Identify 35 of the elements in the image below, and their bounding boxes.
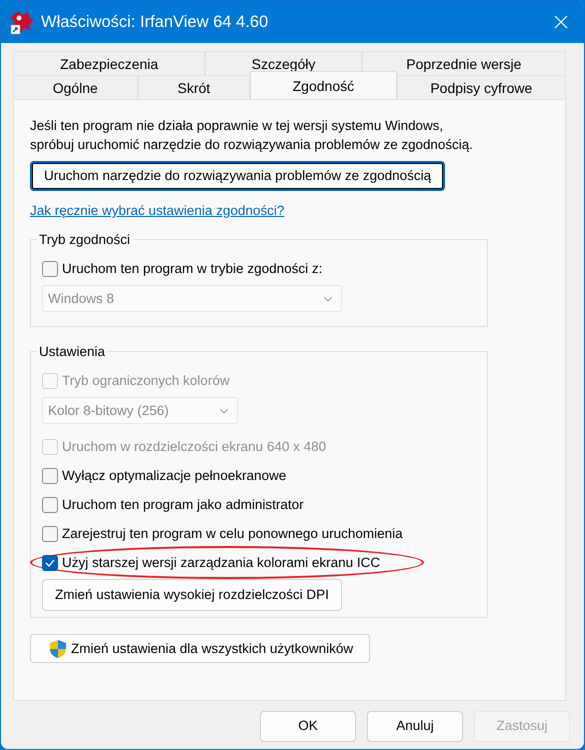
chevron-icon xyxy=(323,296,333,302)
tab[interactable]: Ogólne xyxy=(13,75,138,99)
tab[interactable]: Zgodność xyxy=(250,71,397,99)
tab[interactable]: Zabezpieczenia xyxy=(13,51,206,75)
troubleshooter-button[interactable]: Uruchom narzędzie do rozwiązywania problemów ze zgodnością xyxy=(30,161,446,191)
window-title: Właściwości: IrfanView 64 4.60 xyxy=(41,12,268,33)
checkbox-label: Uruchom ten program w trybie zgodności z: xyxy=(62,260,322,278)
dialog-button[interactable]: OK xyxy=(260,711,356,742)
tab[interactable]: Skrót xyxy=(138,75,250,99)
shield-icon xyxy=(49,638,67,659)
chevron-icon xyxy=(219,408,229,414)
tab[interactable]: Poprzednie wersje xyxy=(362,51,566,75)
instruction-text: Jeśli ten program nie działa poprawnie w tej wersji systemu Windows, spróbuj uruchomić narzędzie do rozwiązywania problemów ze zgodnością. xyxy=(30,117,474,154)
dropdown: Kolor 8-bitowy (256) xyxy=(42,397,238,424)
checkbox-label: Tryb ograniczonych kolorów xyxy=(62,372,230,390)
dialog-button[interactable]: Anuluj xyxy=(367,711,463,742)
checkbox[interactable] xyxy=(42,496,58,513)
close-icon xyxy=(554,15,568,29)
checkbox[interactable] xyxy=(42,526,58,542)
help-link[interactable]: Jak ręcznie wybrać ustawienia zgodności? xyxy=(30,201,284,222)
checkbox[interactable] xyxy=(42,468,58,484)
all-users-button[interactable]: Zmień ustawienia dla wszystkich użytkowników xyxy=(30,634,370,664)
dpi-settings-button[interactable]: Zmień ustawienia wysokiej rozdzielczości DPI xyxy=(42,579,342,612)
checkbox-label: Użyj starszej wersji zarządzania kolorami ekranu ICC xyxy=(62,554,380,572)
checkbox-label: Wyłącz optymalizacje pełnoekranowe xyxy=(62,466,286,485)
dialog-button: Zastosuj xyxy=(474,711,570,742)
check-icon xyxy=(45,558,55,567)
checkbox[interactable] xyxy=(42,554,58,571)
checkbox-label: Uruchom ten program jako administrator xyxy=(62,496,304,514)
app-icon xyxy=(9,9,35,35)
checkbox[interactable] xyxy=(42,260,58,277)
checkbox-label: Uruchom w rozdzielczości ekranu 640 x 480 xyxy=(62,438,326,456)
dropdown: Windows 8 xyxy=(42,285,342,312)
tab[interactable]: Podpisy cyfrowe xyxy=(396,75,566,99)
checkbox-label: Zarejestruj ten program w celu ponownego uruchomienia xyxy=(62,524,403,543)
